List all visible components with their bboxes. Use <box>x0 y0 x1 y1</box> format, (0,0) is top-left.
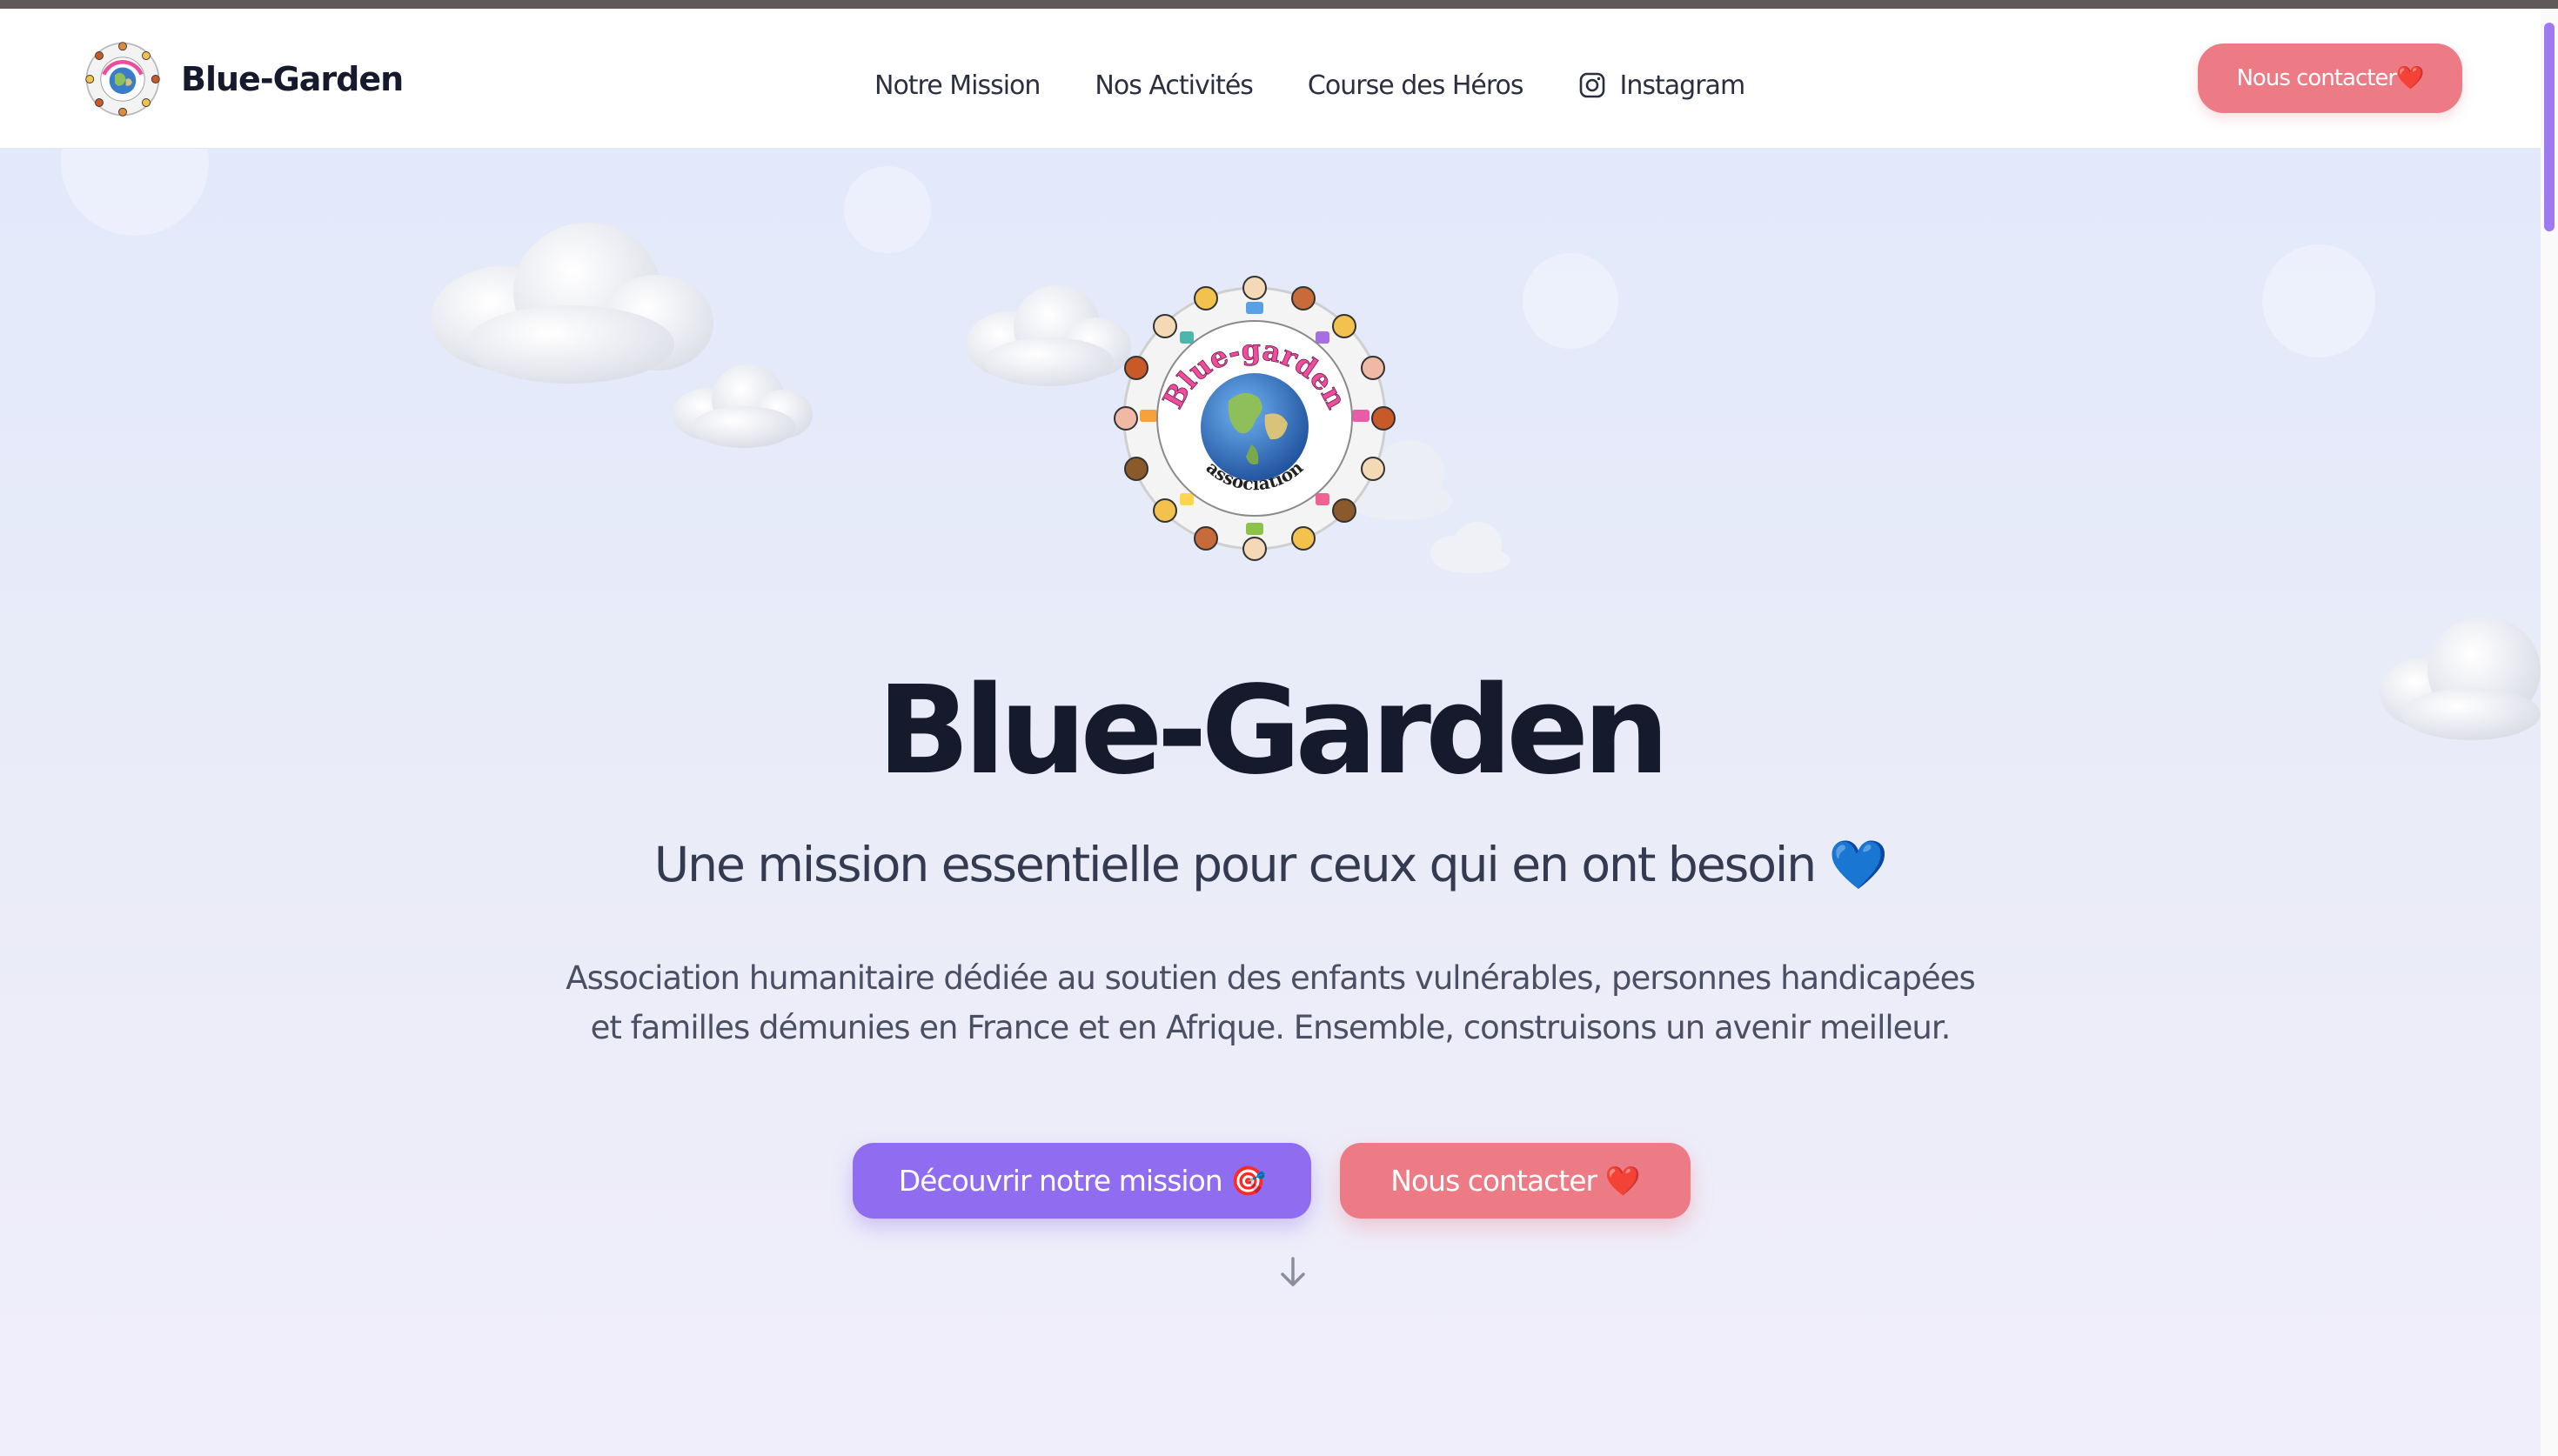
hero-subtitle: Une mission essentielle pour ceux qui en… <box>653 837 1888 892</box>
blue-garden-logo-icon <box>85 42 160 117</box>
hero-contact-button[interactable]: Nous contacter ❤️ <box>1340 1143 1691 1219</box>
site-header: Blue-Garden Notre Mission Nos Activités … <box>0 9 2541 149</box>
nav-link-notre-mission[interactable]: Notre Mission <box>874 70 1041 101</box>
arrow-down-icon[interactable] <box>1276 1253 1310 1292</box>
hero-title: Blue-Garden <box>877 660 1670 802</box>
header-contact-button[interactable]: Nous contacter❤️ <box>2198 43 2462 113</box>
nav-link-instagram[interactable]: Instagram <box>1578 70 1745 101</box>
decorative-bubble <box>1523 253 1618 349</box>
decorative-bubble <box>61 149 209 236</box>
hero-description: Association humanitaire dédiée au soutie… <box>557 953 1984 1052</box>
discover-mission-button[interactable]: Découvrir notre mission 🎯 <box>853 1143 1311 1219</box>
window-top-strip <box>0 0 2558 9</box>
hero-description-line-2: et familles démunies en France et en Afr… <box>590 1009 1952 1046</box>
scrollbar-thumb[interactable] <box>2544 23 2555 231</box>
hero-description-line-1: Association humanitaire dédiée au soutie… <box>566 959 1975 997</box>
nav-link-course-des-heros[interactable]: Course des Héros <box>1308 70 1524 101</box>
nav-link-instagram-label: Instagram <box>1619 70 1746 101</box>
cloud-icon <box>1430 522 1510 573</box>
brand-name: Blue-Garden <box>181 60 404 98</box>
brand-link[interactable]: Blue-Garden <box>84 40 404 118</box>
page-scrollbar[interactable] <box>2541 9 2558 1456</box>
decorative-bubble <box>2262 244 2375 357</box>
hero-logo-icon: Blue-garden association <box>1114 276 1396 561</box>
main-nav: Notre Mission Nos Activités Course des H… <box>874 59 1745 111</box>
decorative-bubble <box>844 166 931 253</box>
instagram-icon <box>1579 72 1604 98</box>
hero-section: Blue-garden association Blue-Garden Une … <box>0 149 2541 1456</box>
nav-link-nos-activites[interactable]: Nos Activités <box>1095 70 1253 101</box>
cloud-icon <box>673 364 813 448</box>
